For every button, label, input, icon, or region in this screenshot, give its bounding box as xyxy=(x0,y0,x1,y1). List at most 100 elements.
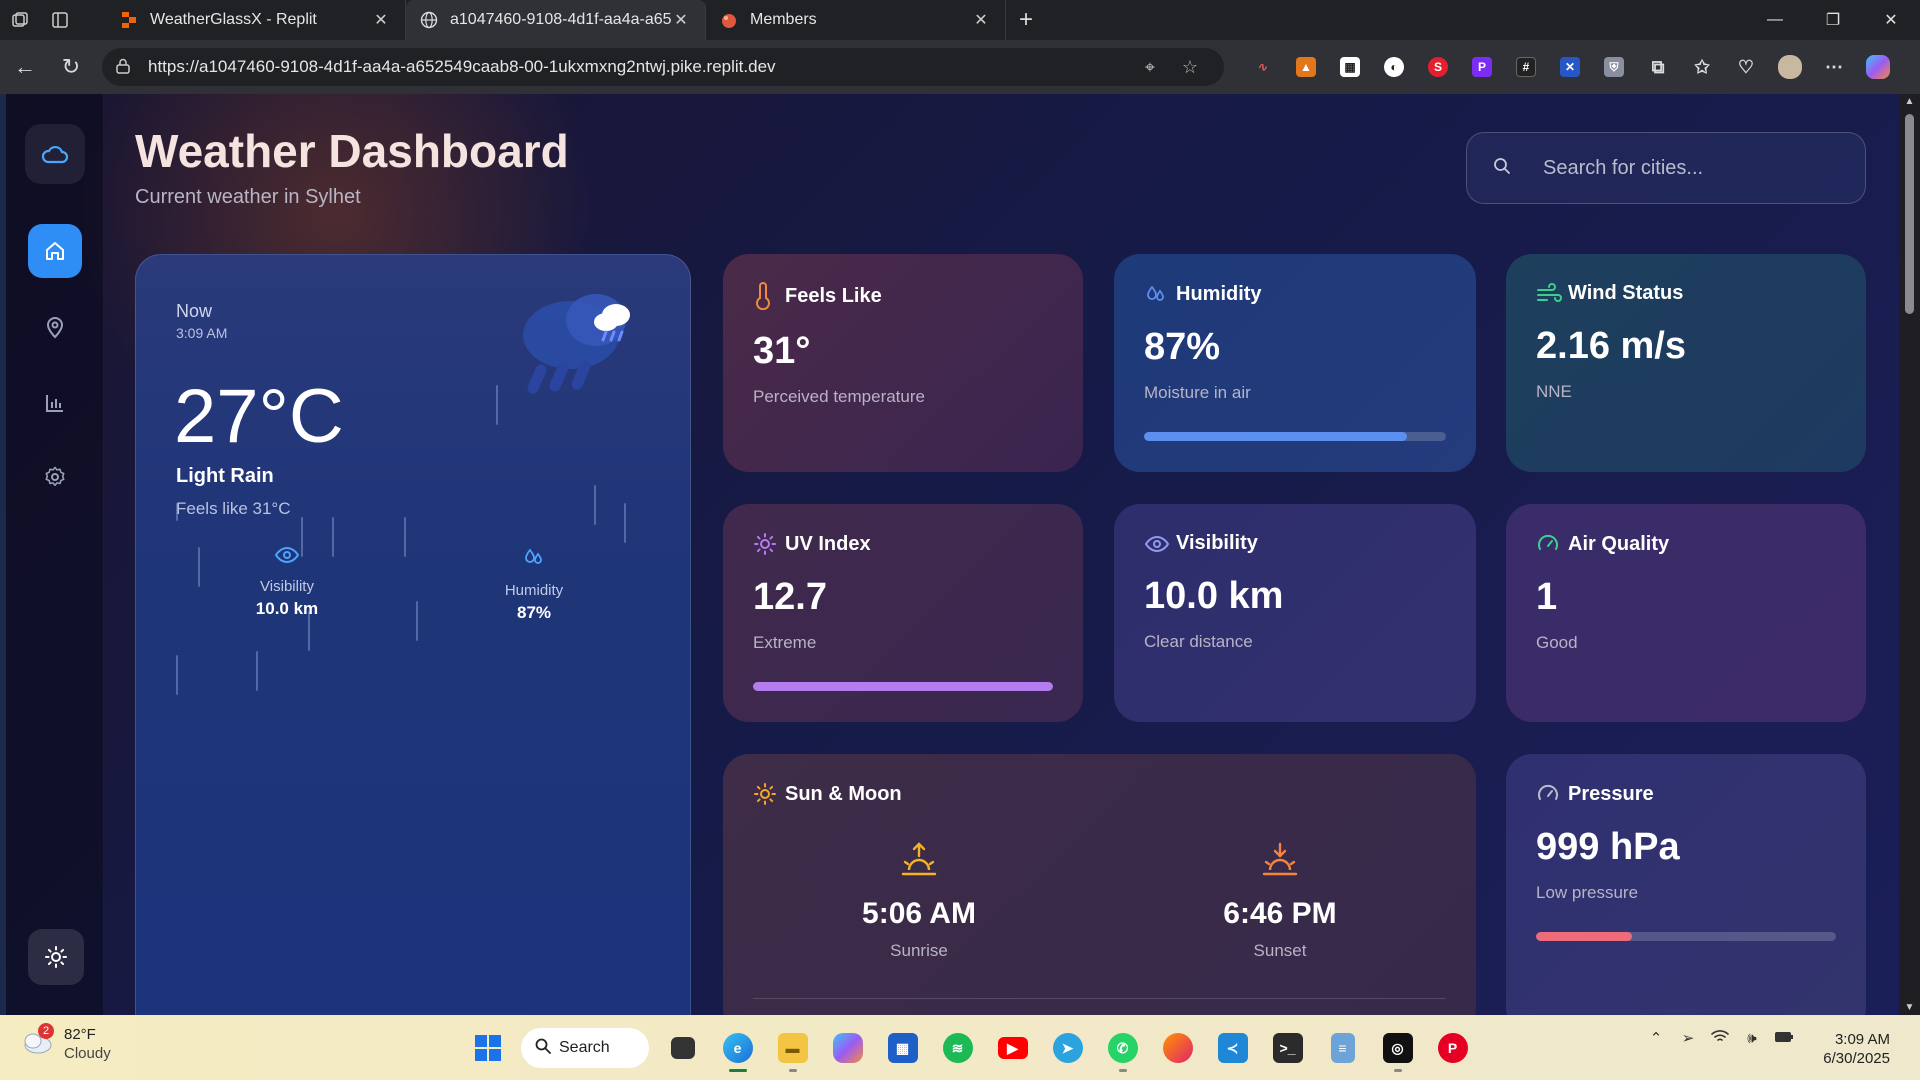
gauge-icon xyxy=(1536,532,1568,556)
refresh-icon[interactable]: ↻ xyxy=(48,44,94,90)
droplets-icon xyxy=(1144,282,1176,306)
bar-chart-icon xyxy=(46,395,63,412)
scrollbar-thumb[interactable] xyxy=(1905,114,1914,314)
dark-app-icon[interactable]: ◎ xyxy=(1370,1024,1425,1072)
sun-moon-card: Sun & Moon 5:06 AM Sunrise 6:46 PM Sunse… xyxy=(723,754,1476,1015)
current-temperature: 27°C xyxy=(174,374,344,459)
url-field[interactable]: https://a1047460-9108-4d1f-aa4a-a652549c… xyxy=(102,48,1224,86)
copilot-icon[interactable] xyxy=(820,1024,875,1072)
search-icon xyxy=(535,1038,551,1059)
wifi-icon[interactable] xyxy=(1704,1029,1736,1047)
extensions-icon[interactable]: ⧉ xyxy=(1636,48,1680,86)
location-arrow-icon[interactable]: ➢ xyxy=(1672,1029,1704,1047)
workspaces-icon[interactable] xyxy=(0,0,40,40)
store-icon[interactable]: ▦ xyxy=(875,1024,930,1072)
visibility-card: Visibility 10.0 km Clear distance xyxy=(1114,504,1476,722)
vertical-tabs-icon[interactable] xyxy=(40,0,80,40)
uv-index-card: UV Index 12.7 Extreme xyxy=(723,504,1083,722)
current-weather-card: Now 3:09 AM 27°C Light Rain Feels like 3… xyxy=(135,254,691,1015)
browser-tab-bar: WeatherGlassX - Replit ✕ a1047460-9108-4… xyxy=(0,0,1920,40)
firefox-icon[interactable] xyxy=(1150,1024,1205,1072)
battery-icon[interactable] xyxy=(1768,1030,1800,1047)
file-explorer-icon[interactable]: ▬ xyxy=(765,1024,820,1072)
extension-signature-icon[interactable]: ∿ xyxy=(1240,48,1284,86)
sunrise-time: 5:06 AM xyxy=(862,897,976,930)
favorite-star-icon[interactable]: ☆ xyxy=(1170,57,1210,78)
sunrise-label: Sunrise xyxy=(890,941,948,960)
current-time: 3:09 AM xyxy=(176,325,228,341)
terminal-icon[interactable]: >_ xyxy=(1260,1024,1315,1072)
weather-app: Weather Dashboard Current weather in Syl… xyxy=(6,94,1899,1015)
wind-title: Wind Status xyxy=(1568,282,1684,304)
tab-weatherglassx[interactable]: WeatherGlassX - Replit ✕ xyxy=(106,0,406,40)
extension-shield-icon[interactable]: ⛨ xyxy=(1592,48,1636,86)
scroll-down-icon[interactable]: ▼ xyxy=(1899,1002,1920,1013)
extension-metamask-icon[interactable]: ▲ xyxy=(1284,48,1328,86)
sidebar-item-locations[interactable] xyxy=(28,300,82,354)
close-icon[interactable]: ✕ xyxy=(371,10,391,30)
close-window-icon[interactable]: ✕ xyxy=(1862,0,1920,40)
more-options-icon[interactable]: ⋯ xyxy=(1812,48,1856,86)
extension-globe-icon[interactable]: ◐ xyxy=(1372,48,1416,86)
visibility-title: Visibility xyxy=(1176,532,1258,554)
sidebar-item-settings[interactable] xyxy=(28,450,82,504)
volume-icon[interactable]: 🕪 xyxy=(1736,1030,1768,1047)
sunset-icon xyxy=(1262,842,1298,876)
sidebar-item-home[interactable] xyxy=(28,224,82,278)
uv-title: UV Index xyxy=(785,532,871,555)
sunset-label: Sunset xyxy=(1253,941,1307,960)
task-view-icon[interactable] xyxy=(655,1024,710,1072)
wind-speed-value: 2.16 m/s xyxy=(1536,325,1686,367)
whatsapp-icon[interactable]: ✆ xyxy=(1095,1024,1150,1072)
taskbar-search[interactable]: Search xyxy=(521,1028,649,1068)
weather-condition: Light Rain xyxy=(176,465,274,487)
chevron-up-icon[interactable]: ⌃ xyxy=(1640,1029,1672,1047)
page-scrollbar[interactable]: ▲ ▼ xyxy=(1899,94,1920,1015)
extension-p-icon[interactable]: P xyxy=(1460,48,1504,86)
notepad-icon[interactable]: ≡ xyxy=(1315,1024,1370,1072)
globe-icon xyxy=(420,11,438,29)
close-icon[interactable]: ✕ xyxy=(971,10,991,30)
city-search-input[interactable] xyxy=(1529,156,1839,180)
windows-start-icon[interactable] xyxy=(460,1024,515,1072)
extension-grid-icon[interactable]: ▦ xyxy=(1328,48,1372,86)
taskbar-apps: Search e ▬ ▦ ≋ ▶ ➤ ✆ ≺ >_ ≡ ◎ P xyxy=(460,1024,1480,1072)
tab-members[interactable]: Members ✕ xyxy=(706,0,1006,40)
tab-dashboard[interactable]: a1047460-9108-4d1f-aa4a-a6525 ✕ xyxy=(406,0,706,40)
restore-icon[interactable]: ❐ xyxy=(1804,0,1862,40)
close-icon[interactable]: ✕ xyxy=(671,10,691,30)
gauge-icon xyxy=(1536,782,1568,806)
extension-bird-icon[interactable]: ✕ xyxy=(1548,48,1592,86)
scroll-up-icon[interactable]: ▲ xyxy=(1899,96,1920,107)
youtube-icon[interactable]: ▶ xyxy=(985,1024,1040,1072)
taskbar-weather-widget[interactable]: 2 82°F Cloudy xyxy=(20,1023,111,1063)
taskbar-clock[interactable]: 3:09 AM 6/30/2025 xyxy=(1823,1030,1890,1068)
new-tab-button[interactable]: + xyxy=(1006,6,1046,34)
pinterest-icon[interactable]: P xyxy=(1425,1024,1480,1072)
telegram-icon[interactable]: ➤ xyxy=(1040,1024,1095,1072)
back-icon[interactable]: ← xyxy=(2,44,48,90)
humidity-card: Humidity 87% Moisture in air xyxy=(1114,254,1476,472)
page-subtitle: Current weather in Sylhet xyxy=(135,186,361,208)
extension-s-icon[interactable]: S xyxy=(1416,48,1460,86)
sidebar-item-stats[interactable] xyxy=(28,376,82,430)
theme-toggle-button[interactable] xyxy=(28,929,84,985)
extension-hash-icon[interactable]: # xyxy=(1504,48,1548,86)
sunset-time: 6:46 PM xyxy=(1223,897,1337,930)
sunrise-block: 5:06 AM Sunrise xyxy=(799,840,1039,961)
droplets-icon xyxy=(525,548,542,564)
edge-icon[interactable]: e xyxy=(710,1024,765,1072)
favorites-icon[interactable]: ✩ xyxy=(1680,48,1724,86)
feels-like-card: Feels Like 31° Perceived temperature xyxy=(723,254,1083,472)
air-quality-value: 1 xyxy=(1536,576,1558,618)
minimize-icon[interactable]: — xyxy=(1746,0,1804,40)
spotify-icon[interactable]: ≋ xyxy=(930,1024,985,1072)
vscode-icon[interactable]: ≺ xyxy=(1205,1024,1260,1072)
location-icon[interactable]: ⌖ xyxy=(1130,57,1170,78)
profile-avatar[interactable] xyxy=(1768,48,1812,86)
copilot-icon[interactable] xyxy=(1856,48,1900,86)
sun-icon xyxy=(753,782,785,806)
sun-icon xyxy=(753,532,785,556)
heartbeat-icon[interactable]: ♡ xyxy=(1724,48,1768,86)
tab-label: a1047460-9108-4d1f-aa4a-a6525 xyxy=(450,11,671,28)
